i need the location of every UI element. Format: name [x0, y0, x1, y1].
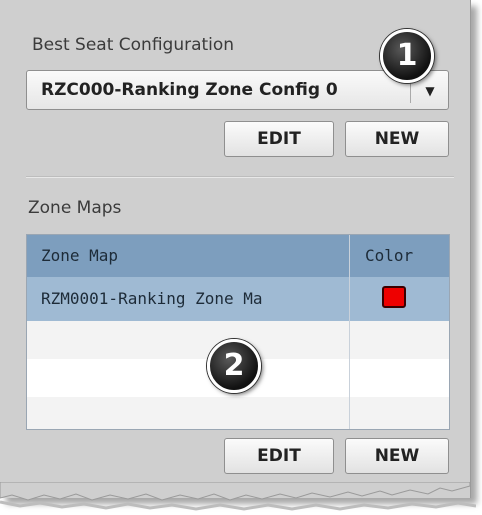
edit-configuration-button[interactable]: EDIT [224, 121, 334, 157]
column-header-zone-map[interactable]: Zone Map [41, 246, 118, 265]
section-divider [26, 176, 454, 178]
column-header-color[interactable]: Color [365, 246, 413, 265]
color-swatch[interactable] [382, 286, 406, 308]
new-zone-map-button[interactable]: NEW [345, 438, 449, 474]
empty-table-row [27, 397, 449, 429]
table-header: Zone Map Color [27, 235, 449, 277]
config-panel: Best Seat Configuration RZC000-Ranking Z… [0, 0, 471, 498]
zone-maps-table: Zone Map Color RZM0001-Ranking Zone Ma [26, 234, 450, 430]
new-configuration-button[interactable]: NEW [345, 121, 449, 157]
best-seat-configuration-dropdown[interactable]: RZC000-Ranking Zone Config 0 ▼ [26, 70, 449, 110]
zone-maps-label: Zone Maps [28, 198, 122, 218]
edit-zone-map-button[interactable]: EDIT [224, 438, 334, 474]
torn-edge [0, 482, 476, 511]
chevron-down-icon[interactable]: ▼ [418, 83, 442, 99]
callout-marker-2: 2 [207, 339, 261, 393]
zone-map-name-cell: RZM0001-Ranking Zone Ma [41, 289, 263, 308]
column-divider [349, 235, 350, 429]
table-row[interactable]: RZM0001-Ranking Zone Ma [27, 277, 449, 321]
best-seat-configuration-label: Best Seat Configuration [32, 35, 235, 55]
dropdown-selected-value: RZC000-Ranking Zone Config 0 [41, 80, 338, 100]
callout-marker-1: 1 [380, 29, 434, 83]
